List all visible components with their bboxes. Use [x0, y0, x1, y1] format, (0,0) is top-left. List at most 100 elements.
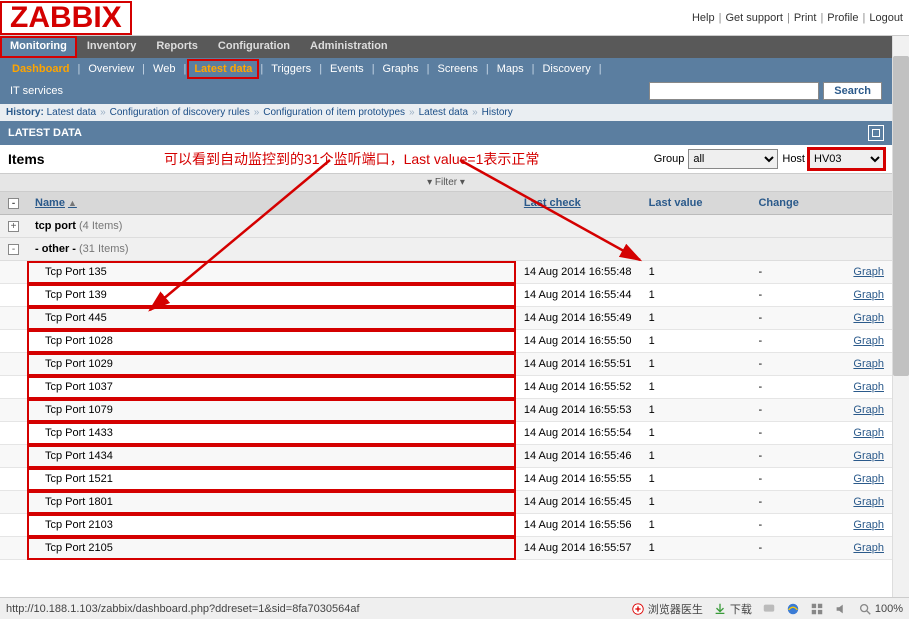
item-last-value: 1	[641, 307, 751, 330]
item-name: Tcp Port 1801	[27, 491, 516, 514]
status-windows-icon[interactable]	[810, 602, 824, 616]
col-last-value[interactable]: Last value	[641, 192, 751, 215]
history-crumb[interactable]: Latest data	[419, 107, 468, 118]
graph-link[interactable]: Graph	[853, 450, 884, 462]
top-link-help[interactable]: Help	[692, 12, 715, 24]
graph-link[interactable]: Graph	[853, 473, 884, 485]
group-row[interactable]: -- other - (31 Items)	[0, 238, 892, 261]
table-header-row: - Name▲ Last check Last value Change	[0, 192, 892, 215]
item-change: -	[750, 330, 845, 353]
col-name[interactable]: Name▲	[27, 192, 516, 215]
nav1-administration[interactable]: Administration	[300, 36, 398, 58]
history-crumb[interactable]: History	[482, 107, 513, 118]
graph-link[interactable]: Graph	[853, 427, 884, 439]
graph-link[interactable]: Graph	[853, 266, 884, 278]
nav2-events[interactable]: Events	[324, 60, 370, 78]
status-doctor[interactable]: 浏览器医生	[631, 601, 703, 617]
graph-link[interactable]: Graph	[853, 542, 884, 554]
table-row: Tcp Port 13914 Aug 2014 16:55:441-Graph	[0, 284, 892, 307]
nav1-reports[interactable]: Reports	[146, 36, 208, 58]
status-download[interactable]: 下载	[713, 601, 752, 617]
item-name: Tcp Port 2105	[27, 537, 516, 560]
item-change: -	[750, 399, 845, 422]
nav2-web[interactable]: Web	[147, 60, 181, 78]
table-row: Tcp Port 102914 Aug 2014 16:55:511-Graph	[0, 353, 892, 376]
item-last-value: 1	[641, 445, 751, 468]
top-link-get-support[interactable]: Get support	[725, 12, 782, 24]
group-select[interactable]: all	[688, 149, 778, 169]
item-change: -	[750, 537, 845, 560]
nav2-graphs[interactable]: Graphs	[377, 60, 425, 78]
group-row[interactable]: +tcp port (4 Items)	[0, 215, 892, 238]
item-name: Tcp Port 1028	[27, 330, 516, 353]
download-icon	[713, 602, 727, 616]
nav1-monitoring[interactable]: Monitoring	[0, 36, 77, 58]
search-input[interactable]	[649, 82, 819, 100]
status-sound-icon[interactable]	[834, 602, 848, 616]
graph-link[interactable]: Graph	[853, 312, 884, 324]
nav-sub2: IT services Search	[0, 80, 892, 104]
graph-link[interactable]: Graph	[853, 335, 884, 347]
scrollbar[interactable]	[892, 36, 909, 597]
status-bar: http://10.188.1.103/zabbix/dashboard.php…	[0, 597, 909, 619]
expand-icon[interactable]: -	[8, 244, 19, 255]
col-last-check[interactable]: Last check	[516, 192, 641, 215]
nav2-discovery[interactable]: Discovery	[536, 60, 596, 78]
top-link-logout[interactable]: Logout	[869, 12, 903, 24]
nav2-maps[interactable]: Maps	[491, 60, 530, 78]
nav2-overview[interactable]: Overview	[82, 60, 140, 78]
search-box: Search	[649, 82, 882, 100]
top-link-print[interactable]: Print	[794, 12, 817, 24]
nav2-triggers[interactable]: Triggers	[265, 60, 317, 78]
status-zoom[interactable]: 100%	[858, 602, 903, 616]
logo: ZABBIX	[0, 1, 132, 35]
status-ie-icon[interactable]	[786, 602, 800, 616]
filter-toggle[interactable]: Filter	[0, 174, 892, 192]
annotation-text: 可以看到自动监控到的31个监听端口，Last value=1表示正常	[164, 149, 648, 169]
graph-link[interactable]: Graph	[853, 358, 884, 370]
nav1-configuration[interactable]: Configuration	[208, 36, 300, 58]
item-name: Tcp Port 135	[27, 261, 516, 284]
filters: Group all Host HV03	[654, 149, 884, 169]
col-change[interactable]: Change	[750, 192, 845, 215]
table-row: Tcp Port 103714 Aug 2014 16:55:521-Graph	[0, 376, 892, 399]
table-row: Tcp Port 152114 Aug 2014 16:55:551-Graph	[0, 468, 892, 491]
plus-icon	[631, 602, 645, 616]
graph-link[interactable]: Graph	[853, 289, 884, 301]
nav2-dashboard[interactable]: Dashboard	[6, 60, 75, 78]
graph-link[interactable]: Graph	[853, 404, 884, 416]
nav2-latest-data[interactable]: Latest data	[188, 60, 258, 78]
history-crumb[interactable]: Latest data	[47, 107, 96, 118]
item-last-check: 14 Aug 2014 16:55:56	[516, 514, 641, 537]
item-last-check: 14 Aug 2014 16:55:53	[516, 399, 641, 422]
expand-all-column[interactable]: -	[0, 192, 27, 215]
item-last-check: 14 Aug 2014 16:55:50	[516, 330, 641, 353]
nav2-screens[interactable]: Screens	[431, 60, 483, 78]
fullscreen-icon[interactable]	[868, 125, 884, 141]
history-crumb[interactable]: Configuration of discovery rules	[110, 107, 250, 118]
top-link-profile[interactable]: Profile	[827, 12, 858, 24]
graph-link[interactable]: Graph	[853, 496, 884, 508]
item-last-value: 1	[641, 330, 751, 353]
item-name: Tcp Port 1434	[27, 445, 516, 468]
nav1-inventory[interactable]: Inventory	[77, 36, 147, 58]
nav-it-services[interactable]: IT services	[6, 83, 67, 99]
status-chat-icon[interactable]	[762, 602, 776, 616]
section-title: LATEST DATA	[8, 127, 82, 139]
graph-link[interactable]: Graph	[853, 381, 884, 393]
item-last-check: 14 Aug 2014 16:55:57	[516, 537, 641, 560]
item-last-value: 1	[641, 422, 751, 445]
item-change: -	[750, 491, 845, 514]
data-table: - Name▲ Last check Last value Change +tc…	[0, 192, 892, 560]
item-last-value: 1	[641, 376, 751, 399]
graph-link[interactable]: Graph	[853, 519, 884, 531]
search-button[interactable]: Search	[823, 82, 882, 100]
item-name: Tcp Port 1079	[27, 399, 516, 422]
host-select[interactable]: HV03	[809, 149, 884, 169]
expand-icon[interactable]: +	[8, 221, 19, 232]
history-bar: History: Latest data»Configuration of di…	[0, 104, 892, 121]
items-title: Items	[8, 151, 158, 167]
table-row: Tcp Port 107914 Aug 2014 16:55:531-Graph	[0, 399, 892, 422]
history-crumb[interactable]: Configuration of item prototypes	[263, 107, 405, 118]
item-change: -	[750, 376, 845, 399]
